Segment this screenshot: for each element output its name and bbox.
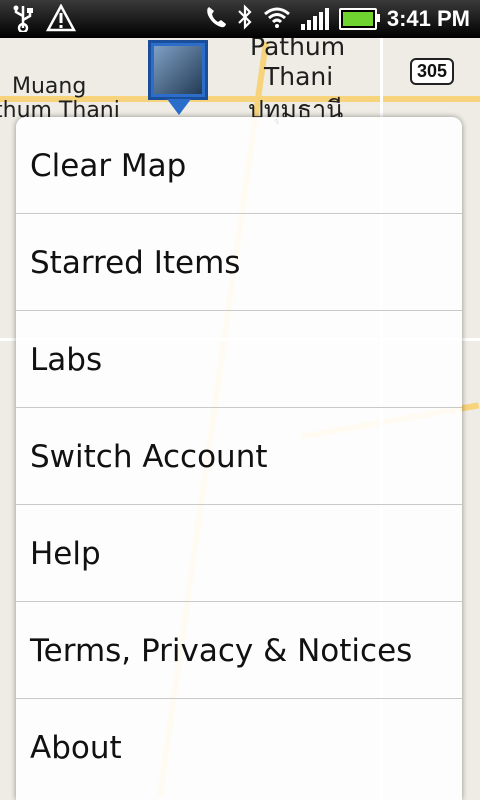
menu-item-help[interactable]: Help	[16, 506, 462, 602]
route-shield: 305	[410, 58, 455, 85]
menu-item-clear-map[interactable]: Clear Map	[16, 118, 462, 214]
status-bar: 3:41 PM	[0, 0, 480, 38]
battery-icon	[338, 8, 380, 30]
wifi-icon	[263, 6, 291, 32]
menu-item-starred-items[interactable]: Starred Items	[16, 215, 462, 311]
map-label: Muang	[12, 74, 87, 99]
menu-item-about[interactable]: About	[16, 700, 462, 796]
phone-icon	[205, 5, 227, 33]
signal-icon	[300, 8, 329, 30]
map-label: Pathum	[250, 38, 346, 61]
menu-item-switch-account[interactable]: Switch Account	[16, 409, 462, 505]
friend-location-pin[interactable]	[148, 40, 208, 115]
status-time: 3:41 PM	[386, 6, 470, 31]
usb-icon	[12, 4, 34, 36]
map-label: Thani	[264, 62, 334, 91]
menu-item-terms[interactable]: Terms, Privacy & Notices	[16, 603, 462, 699]
menu-item-labs[interactable]: Labs	[16, 312, 462, 408]
options-menu: Clear Map Starred Items Labs Switch Acco…	[16, 117, 462, 800]
warning-icon	[45, 3, 77, 36]
avatar	[154, 46, 202, 94]
bluetooth-icon	[237, 4, 253, 34]
